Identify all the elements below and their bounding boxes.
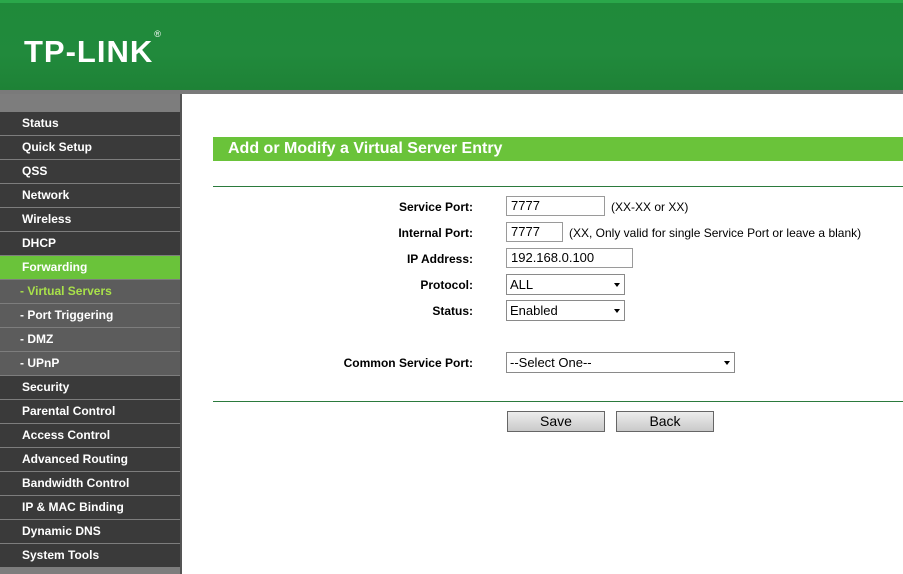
protocol-label: Protocol: [420, 278, 473, 292]
sidebar-item-dhcp[interactable]: DHCP [0, 232, 180, 255]
sidebar-item-ip-mac-binding[interactable]: IP & MAC Binding [0, 496, 180, 519]
internal-port-input[interactable]: 7777 [506, 222, 563, 242]
service-port-hint: (XX-XX or XX) [611, 200, 689, 214]
sidebar-item-advanced-routing[interactable]: Advanced Routing [0, 448, 180, 471]
chevron-down-icon [724, 361, 730, 365]
sidebar-item-qss[interactable]: QSS [0, 160, 180, 183]
status-select[interactable]: Enabled [506, 300, 625, 321]
protocol-select[interactable]: ALL [506, 274, 625, 295]
logo-registered: ® [154, 28, 162, 39]
sidebar-item-dmz[interactable]: - DMZ [0, 328, 180, 351]
common-service-port-select[interactable]: --Select One-- [506, 352, 735, 373]
sidebar-item-wireless[interactable]: Wireless [0, 208, 180, 231]
service-port-label: Service Port: [398, 200, 473, 214]
status-select-value: Enabled [510, 303, 558, 318]
service-port-input[interactable]: 7777 [506, 196, 605, 216]
internal-port-hint: (XX, Only valid for single Service Port … [569, 226, 862, 240]
sidebar-item-port-triggering[interactable]: - Port Triggering [0, 304, 180, 327]
ip-address-input[interactable]: 192.168.0.100 [506, 248, 633, 268]
sidebar-item-system-tools[interactable]: System Tools [0, 544, 180, 567]
sidebar-item-access-control[interactable]: Access Control [0, 424, 180, 447]
sidebar-item-network[interactable]: Network [0, 184, 180, 207]
status-label: Status: [432, 304, 473, 318]
divider-top [213, 186, 903, 187]
logo-text: TP-LINK [24, 34, 154, 69]
sidebar-menu: Status Quick Setup QSS Network Wireless … [0, 112, 180, 568]
save-button[interactable]: Save [507, 411, 605, 432]
sidebar-item-virtual-servers[interactable]: - Virtual Servers [0, 280, 180, 303]
protocol-select-value: ALL [510, 277, 534, 292]
sidebar-item-status[interactable]: Status [0, 112, 180, 135]
sidebar-divider [180, 94, 182, 574]
header: TP-LINK® [0, 0, 903, 90]
sidebar-item-forwarding[interactable]: Forwarding [0, 256, 180, 279]
divider-bottom [213, 401, 903, 402]
common-service-port-label: Common Service Port: [343, 356, 473, 370]
sidebar-item-parental-control[interactable]: Parental Control [0, 400, 180, 423]
tp-link-logo: TP-LINK® [24, 29, 162, 70]
ip-address-label: IP Address: [406, 252, 473, 266]
sidebar-item-dynamic-dns[interactable]: Dynamic DNS [0, 520, 180, 543]
sidebar-item-security[interactable]: Security [0, 376, 180, 399]
header-topline [0, 0, 903, 3]
page-title: Add or Modify a Virtual Server Entry [213, 137, 903, 161]
chevron-down-icon [614, 309, 620, 313]
sidebar-item-bandwidth-control[interactable]: Bandwidth Control [0, 472, 180, 495]
chevron-down-icon [614, 283, 620, 287]
sidebar-item-quick-setup[interactable]: Quick Setup [0, 136, 180, 159]
sidebar-item-upnp[interactable]: - UPnP [0, 352, 180, 375]
sidebar: Status Quick Setup QSS Network Wireless … [0, 94, 180, 574]
back-button[interactable]: Back [616, 411, 714, 432]
common-service-port-value: --Select One-- [510, 355, 592, 370]
internal-port-label: Internal Port: [398, 226, 473, 240]
